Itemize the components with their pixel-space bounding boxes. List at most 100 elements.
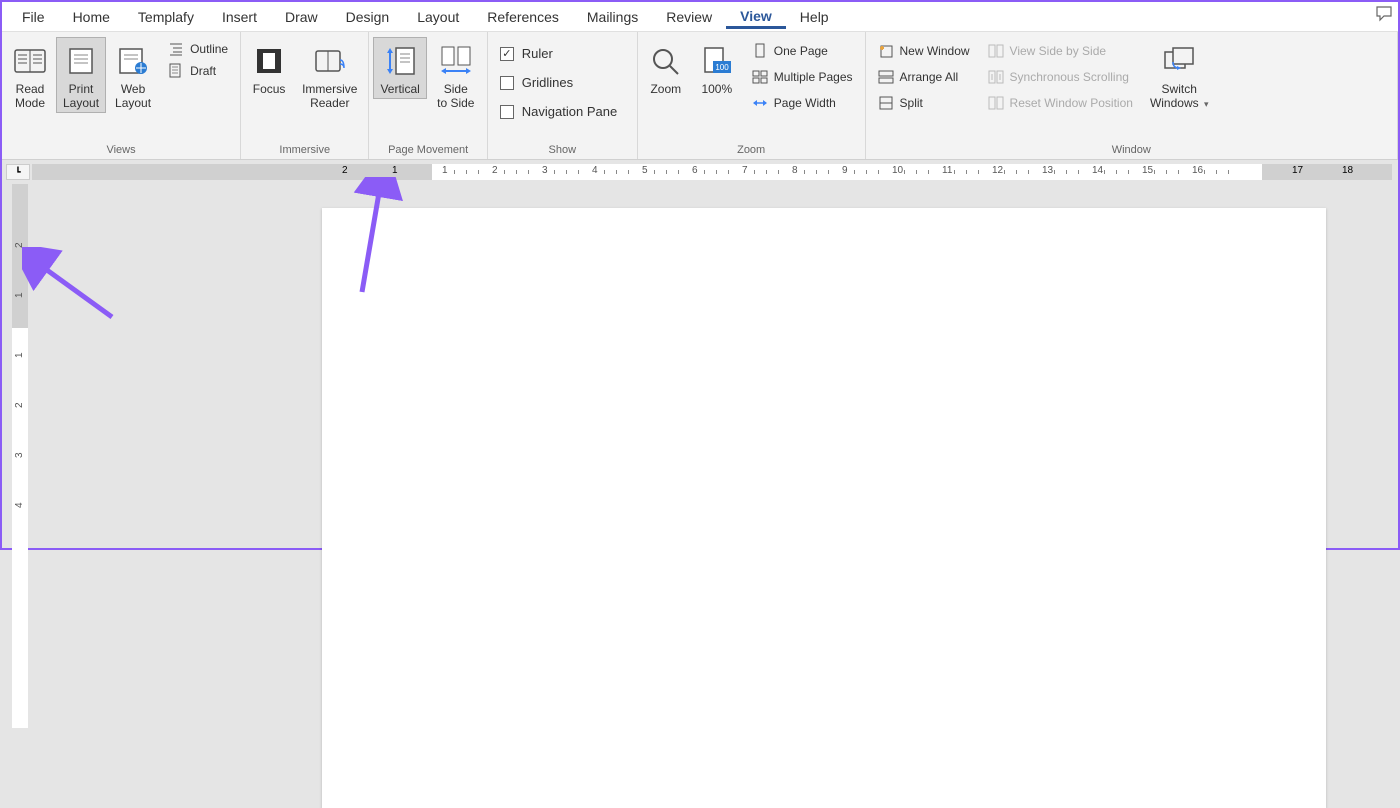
checkbox-icon: ✓ — [500, 47, 514, 61]
ruler-tick: 9 — [842, 165, 848, 176]
vertical-label: Vertical — [380, 82, 419, 96]
document-page[interactable] — [322, 208, 1326, 808]
group-zoom-label: Zoom — [642, 142, 861, 159]
outline-label: Outline — [190, 42, 228, 56]
side-to-side-icon — [436, 42, 476, 80]
ruler-tick: 1 — [14, 352, 25, 358]
horizontal-ruler[interactable]: 2 1 12345678910111213141516 17 18 — [32, 164, 1392, 180]
draft-button[interactable]: Draft — [164, 61, 232, 81]
group-window: New Window Arrange All Split View Side b… — [866, 32, 1398, 159]
menu-draw[interactable]: Draw — [271, 5, 332, 29]
new-window-icon — [878, 43, 894, 59]
ruler-tick: 6 — [692, 165, 698, 176]
ruler-tick: 13 — [1042, 165, 1053, 176]
ruler-tick: 8 — [792, 165, 798, 176]
page-width-button[interactable]: Page Width — [748, 93, 857, 113]
zoom-button[interactable]: Zoom — [642, 37, 690, 99]
sync-scrolling-button: Synchronous Scrolling — [984, 67, 1137, 87]
menu-view[interactable]: View — [726, 4, 786, 29]
ruler-tick: 4 — [14, 502, 25, 508]
group-immersive-label: Immersive — [245, 142, 364, 159]
vertical-ruler[interactable]: 2 1 1234 — [12, 184, 28, 548]
view-side-by-side-button: View Side by Side — [984, 41, 1137, 61]
ruler-tick: 1 — [14, 292, 25, 298]
ruler-tick: 12 — [992, 165, 1003, 176]
side-to-side-label: Sideto Side — [437, 82, 474, 110]
ruler-tick: 17 — [1292, 165, 1303, 176]
menu-help[interactable]: Help — [786, 5, 843, 29]
web-layout-icon — [116, 42, 150, 80]
menu-file[interactable]: File — [8, 5, 59, 29]
ruler-tick: 3 — [542, 165, 548, 176]
outline-button[interactable]: Outline — [164, 39, 232, 59]
side-to-side-button[interactable]: Sideto Side — [429, 37, 483, 113]
checkbox-icon — [500, 76, 514, 90]
menu-review[interactable]: Review — [652, 5, 726, 29]
print-layout-label: PrintLayout — [63, 82, 99, 110]
svg-text:100: 100 — [715, 63, 729, 72]
focus-label: Focus — [253, 82, 286, 96]
print-layout-button[interactable]: PrintLayout — [56, 37, 106, 113]
read-mode-icon — [13, 42, 47, 80]
switch-windows-button[interactable]: SwitchWindows ▾ — [1143, 37, 1216, 114]
split-label: Split — [900, 96, 923, 110]
one-page-icon — [752, 43, 768, 59]
switch-windows-icon — [1161, 42, 1197, 80]
navigation-pane-checkbox[interactable]: Navigation Pane — [496, 101, 621, 122]
ruler-tick: 14 — [1092, 165, 1103, 176]
hundred-percent-button[interactable]: 100 100% — [692, 37, 742, 99]
group-show: ✓ Ruler Gridlines Navigation Pane Show — [488, 32, 638, 159]
group-page-movement-label: Page Movement — [373, 142, 482, 159]
menu-references[interactable]: References — [473, 5, 573, 29]
split-icon — [878, 95, 894, 111]
one-page-button[interactable]: One Page — [748, 41, 857, 61]
side-by-side-label: View Side by Side — [1010, 44, 1107, 58]
hundred-label: 100% — [701, 82, 732, 96]
new-window-button[interactable]: New Window — [874, 41, 974, 61]
draft-label: Draft — [190, 64, 216, 78]
read-mode-label: ReadMode — [15, 82, 45, 110]
menu-bar: File Home Templafy Insert Draw Design La… — [2, 2, 1398, 32]
ruler-checkbox[interactable]: ✓ Ruler — [496, 43, 621, 64]
reset-window-button: Reset Window Position — [984, 93, 1137, 113]
menu-insert[interactable]: Insert — [208, 5, 271, 29]
zoom-label: Zoom — [650, 82, 681, 96]
ruler-corner[interactable]: ┗ — [6, 164, 30, 180]
menu-home[interactable]: Home — [59, 5, 124, 29]
web-layout-button[interactable]: WebLayout — [108, 37, 158, 113]
menu-templafy[interactable]: Templafy — [124, 5, 208, 29]
ruler-tick: 7 — [742, 165, 748, 176]
ruler-tick: 15 — [1142, 165, 1153, 176]
vertical-button[interactable]: Vertical — [373, 37, 426, 99]
menu-layout[interactable]: Layout — [403, 5, 473, 29]
gridlines-checkbox[interactable]: Gridlines — [496, 72, 621, 93]
group-immersive: Focus ImmersiveReader Immersive — [241, 32, 369, 159]
ruler-tick: 18 — [1342, 165, 1353, 176]
document-area — [32, 184, 1398, 548]
immersive-reader-button[interactable]: ImmersiveReader — [295, 37, 364, 113]
menu-mailings[interactable]: Mailings — [573, 5, 652, 29]
page-width-icon — [752, 95, 768, 111]
outline-icon — [168, 41, 184, 57]
read-mode-button[interactable]: ReadMode — [6, 37, 54, 113]
arrange-all-button[interactable]: Arrange All — [874, 67, 974, 87]
ribbon: ReadMode PrintLayout WebLayout — [2, 32, 1398, 160]
ruler-tick: 1 — [392, 165, 398, 176]
multiple-pages-icon — [752, 69, 768, 85]
comments-icon[interactable] — [1376, 6, 1394, 22]
immersive-reader-icon — [312, 42, 348, 80]
menu-design[interactable]: Design — [332, 5, 404, 29]
checkbox-icon — [500, 105, 514, 119]
page-width-label: Page Width — [774, 96, 836, 110]
ruler-tick: 2 — [492, 165, 498, 176]
ruler-tick: 4 — [592, 165, 598, 176]
multiple-pages-button[interactable]: Multiple Pages — [748, 67, 857, 87]
draft-icon — [168, 63, 184, 79]
sync-icon — [988, 69, 1004, 85]
arrange-all-icon — [878, 69, 894, 85]
ruler-tick: 3 — [14, 452, 25, 458]
split-button[interactable]: Split — [874, 93, 974, 113]
zoom-icon — [649, 42, 683, 80]
focus-button[interactable]: Focus — [245, 37, 293, 99]
hundred-icon: 100 — [699, 42, 735, 80]
